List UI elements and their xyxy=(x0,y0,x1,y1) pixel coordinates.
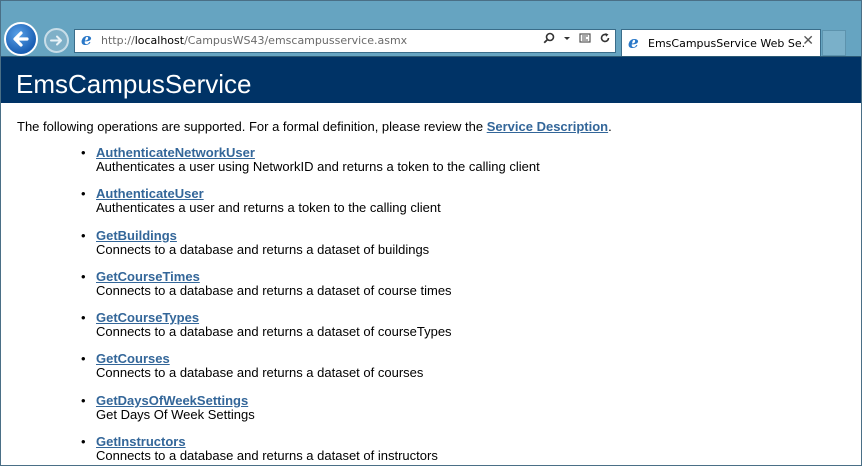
address-url[interactable]: http://localhost/CampusWS43/emscampusser… xyxy=(101,34,407,47)
refresh-icon[interactable] xyxy=(599,33,611,48)
operation-link[interactable]: AuthenticateNetworkUser xyxy=(96,145,540,160)
close-icon[interactable]: ✕ xyxy=(802,33,814,49)
operation-description: Connects to a database and returns a dat… xyxy=(96,282,452,298)
operation-description: Connects to a database and returns a dat… xyxy=(96,448,438,464)
list-item: • GetBuildings Connects to a database and … xyxy=(1,228,540,269)
list-item: • GetInstructors Connects to a database an… xyxy=(1,434,540,465)
new-tab-button[interactable] xyxy=(822,30,846,56)
browser-toolbar: e http://localhost/CampusWS43/emscampuss… xyxy=(1,1,861,56)
operation-link[interactable]: GetCourses xyxy=(96,351,540,366)
browser-window: e http://localhost/CampusWS43/emscampuss… xyxy=(0,0,862,466)
dropdown-icon[interactable] xyxy=(563,33,575,48)
operation-description: Authenticates a user and returns a token… xyxy=(96,200,441,216)
forward-button[interactable] xyxy=(44,28,69,53)
list-item: • GetCourseTypes Connects to a database an… xyxy=(1,310,540,351)
tab-active[interactable]: e EmsCampusService Web Se... ✕ xyxy=(621,29,821,56)
operation-link[interactable]: GetDaysOfWeekSettings xyxy=(96,393,540,408)
bullet-icon: • xyxy=(81,227,86,243)
operation-link[interactable]: GetCourseTimes xyxy=(96,269,540,284)
list-item: • AuthenticateUser Authenticates a user an… xyxy=(1,186,540,227)
operations-list: • AuthenticateNetworkUser Authenticates a … xyxy=(1,145,540,465)
bullet-icon: • xyxy=(81,145,86,160)
url-host: localhost xyxy=(134,34,185,47)
operation-link[interactable]: GetCourseTypes xyxy=(96,310,540,325)
compatibility-icon[interactable] xyxy=(579,33,595,48)
list-item: • GetDaysOfWeekSettings Get Days Of Week S… xyxy=(1,393,540,434)
back-button[interactable] xyxy=(4,22,38,56)
list-item: • GetCourses Connects to a database and re… xyxy=(1,351,540,392)
intro-label: The following operations are supported. … xyxy=(17,119,487,134)
operation-link[interactable]: AuthenticateUser xyxy=(96,186,540,201)
operation-description: Connects to a database and returns a dat… xyxy=(96,241,430,257)
bullet-icon: • xyxy=(81,351,86,367)
operation-description: Get Days Of Week Settings xyxy=(96,406,255,422)
bullet-icon: • xyxy=(81,268,86,284)
address-bar[interactable]: e http://localhost/CampusWS43/emscampuss… xyxy=(74,29,616,53)
bullet-icon: • xyxy=(81,392,86,408)
list-item: • GetCourseTimes Connects to a database an… xyxy=(1,269,540,310)
list-item: • AuthenticateNetworkUser Authenticates a … xyxy=(1,145,540,186)
intro-end: . xyxy=(608,119,612,134)
url-prefix: http:// xyxy=(101,34,135,47)
arrow-left-icon xyxy=(13,31,29,47)
bullet-icon: • xyxy=(81,434,86,450)
ie-logo-icon: e xyxy=(81,30,92,50)
address-bar-icons xyxy=(539,32,611,48)
page-header: EmsCampusService xyxy=(1,57,861,103)
operation-description: Connects to a database and returns a dat… xyxy=(96,324,452,340)
ie-tab-icon: e xyxy=(628,33,639,53)
service-description-link[interactable]: Service Description xyxy=(487,119,608,134)
operation-description: Connects to a database and returns a dat… xyxy=(96,365,424,381)
operation-link[interactable]: GetBuildings xyxy=(96,228,540,243)
search-icon[interactable] xyxy=(543,32,559,48)
tab-title: EmsCampusService Web Se... xyxy=(648,37,804,50)
arrow-right-icon xyxy=(50,35,62,46)
operation-link[interactable]: GetInstructors xyxy=(96,434,540,449)
intro-text: The following operations are supported. … xyxy=(17,119,612,134)
url-path: /CampusWS43/emscampusservice.asmx xyxy=(184,34,408,47)
page-title: EmsCampusService xyxy=(16,69,252,99)
bullet-icon: • xyxy=(81,310,86,326)
operation-description: Authenticates a user using NetworkID and… xyxy=(96,159,540,174)
bullet-icon: • xyxy=(81,186,86,202)
